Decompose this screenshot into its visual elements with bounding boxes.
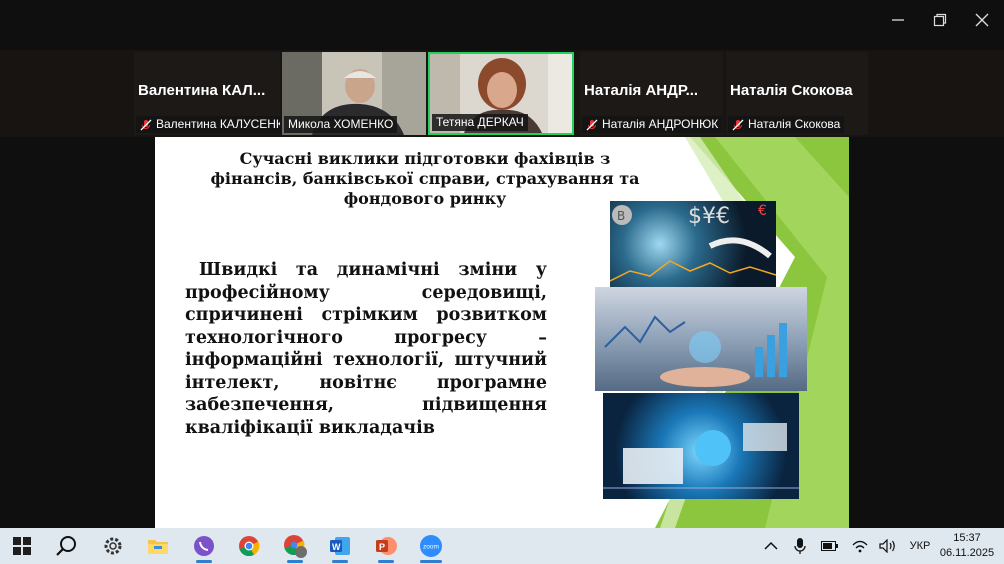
- word-icon: W: [330, 537, 350, 555]
- participant-tile[interactable]: Наталія Скокова Наталія Скокова: [726, 52, 868, 135]
- file-explorer-icon: [148, 540, 168, 554]
- participant-name-tag: Валентина КАЛУСЕНКО: [136, 116, 280, 133]
- zoom-icon: zoom: [420, 535, 442, 557]
- running-indicator: [332, 560, 348, 563]
- close-button[interactable]: [960, 0, 1004, 40]
- running-indicator: [196, 560, 212, 563]
- svg-text:zoom: zoom: [423, 544, 439, 551]
- participant-name-tag: Тетяна ДЕРКАЧ: [432, 114, 528, 131]
- close-icon: [975, 13, 989, 27]
- powerpoint-button[interactable]: P: [370, 530, 402, 562]
- participant-name-tag: Наталія Скокова: [728, 116, 845, 133]
- running-indicator: [287, 560, 303, 563]
- search-icon: [56, 536, 76, 556]
- chrome-profile-button[interactable]: [279, 530, 311, 562]
- microphone-icon: [794, 538, 806, 554]
- cloud-network-image: [603, 393, 799, 499]
- participant-display-name: Наталія Скокова: [730, 82, 853, 99]
- running-indicator: [378, 560, 394, 563]
- shared-screen-slide: Сучасні виклики підготовки фахівців з фі…: [155, 137, 849, 528]
- participant-name-tag: Микола ХОМЕНКО: [284, 116, 398, 133]
- minimize-button[interactable]: [876, 0, 920, 40]
- mic-muted-icon: [586, 119, 598, 130]
- chrome-icon: [239, 536, 260, 557]
- settings-button[interactable]: [97, 530, 129, 562]
- input-language-indicator[interactable]: УКР: [906, 528, 934, 564]
- speaker-icon: [879, 539, 895, 553]
- participant-tag-text: Микола ХОМЕНКО: [288, 117, 394, 131]
- battery-icon: [821, 541, 838, 551]
- running-indicator: [420, 560, 442, 563]
- svg-text:€: €: [758, 203, 767, 219]
- clock-time: 15:37: [953, 532, 981, 544]
- participant-name-tag: Наталія АНДРОНЮК: [582, 116, 723, 133]
- active-speaker-tile[interactable]: Тетяна ДЕРКАЧ: [428, 52, 574, 135]
- volume-tray-button[interactable]: [878, 528, 898, 564]
- svg-text:P: P: [379, 542, 385, 552]
- battery-tray-button[interactable]: [820, 528, 840, 564]
- fintech-globe-image: B $¥€ €: [610, 201, 776, 287]
- microphone-tray-button[interactable]: [792, 528, 808, 564]
- restore-button[interactable]: [918, 0, 962, 40]
- zoom-button[interactable]: zoom: [415, 530, 447, 562]
- participant-tag-text: Тетяна ДЕРКАЧ: [436, 115, 524, 129]
- participant-tile[interactable]: Валентина КАЛ... Валентина КАЛУСЕНКО: [134, 52, 280, 135]
- windows-start-button[interactable]: [6, 530, 38, 562]
- participant-video-tile[interactable]: Микола ХОМЕНКО: [282, 52, 426, 135]
- participant-tile[interactable]: Наталія АНДР... Наталія АНДРОНЮК: [580, 52, 723, 135]
- windows-start-icon: [13, 537, 31, 555]
- clock-date: 06.11.2025: [939, 547, 995, 559]
- participant-tag-text: Наталія АНДРОНЮК: [602, 117, 719, 131]
- word-button[interactable]: W: [324, 530, 356, 562]
- mic-muted-icon: [140, 119, 152, 130]
- viber-icon: [194, 536, 214, 556]
- svg-text:B: B: [617, 209, 625, 223]
- participant-tag-text: Наталія Скокова: [748, 117, 841, 131]
- viber-button[interactable]: [188, 530, 220, 562]
- search-button[interactable]: [50, 530, 82, 562]
- participant-display-name: Валентина КАЛ...: [138, 82, 266, 99]
- powerpoint-icon: P: [376, 537, 397, 555]
- chrome-profile-icon: [284, 535, 307, 558]
- restore-icon: [933, 13, 947, 27]
- minimize-icon: [892, 19, 904, 21]
- settings-icon: [104, 537, 122, 555]
- svg-text:W: W: [332, 542, 341, 552]
- file-explorer-button[interactable]: [142, 530, 174, 562]
- chevron-up-icon: [764, 541, 778, 550]
- svg-text:$¥€: $¥€: [688, 204, 730, 229]
- show-hidden-icons-button[interactable]: [762, 528, 780, 564]
- slide-title: Сучасні виклики підготовки фахівців з фі…: [210, 149, 640, 208]
- network-tray-button[interactable]: [850, 528, 870, 564]
- participant-tag-text: Валентина КАЛУСЕНКО: [156, 117, 280, 131]
- wifi-icon: [852, 540, 868, 553]
- clock-button[interactable]: 15:37 06.11.2025: [936, 528, 998, 564]
- mic-muted-icon: [732, 119, 744, 130]
- chrome-button[interactable]: [233, 530, 265, 562]
- data-hands-image: [595, 287, 807, 391]
- slide-body-text: Швидкі та динамічні зміни у професійному…: [185, 260, 547, 438]
- participant-display-name: Наталія АНДР...: [584, 82, 699, 99]
